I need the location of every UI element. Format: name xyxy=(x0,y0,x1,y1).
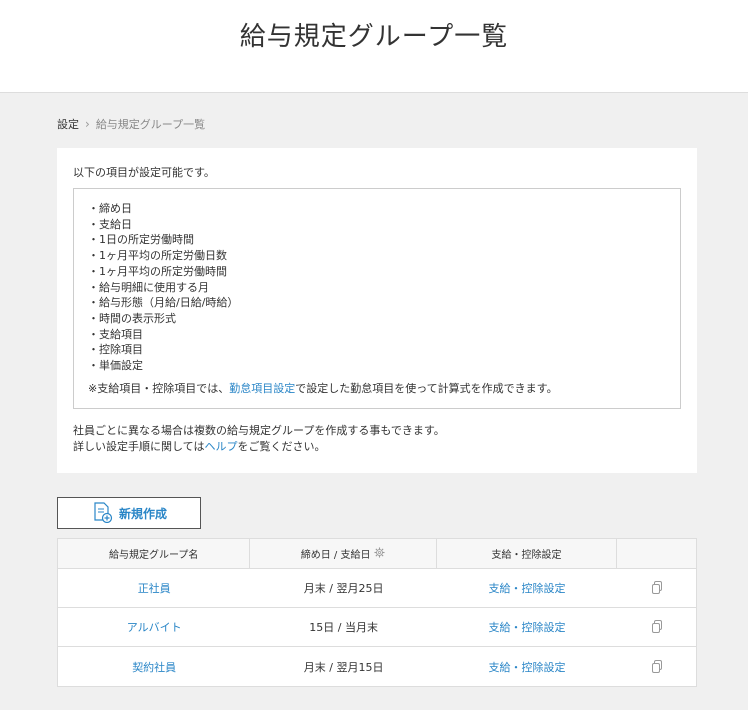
payroll-group-table: 給与規定グループ名 締め日 / 支給日 支給・控除設定 正社員 月末 / 翌月2… xyxy=(57,538,697,687)
list-item: ・給与明細に使用する月 xyxy=(88,280,209,294)
note-suffix: で設定した勤怠項目を使って計算式を作成できます。 xyxy=(295,381,558,395)
group-dates: 月末 / 翌月25日 xyxy=(303,582,384,595)
table-row: アルバイト 15日 / 当月末 支給・控除設定 xyxy=(58,608,696,647)
info-intro: 以下の項目が設定可能です。 xyxy=(73,166,215,179)
copy-icon[interactable] xyxy=(617,608,696,646)
list-item: ・1ヶ月平均の所定労働時間 xyxy=(88,264,227,278)
chevron-right-icon: › xyxy=(85,117,90,131)
group-dates: 15日 / 当月末 xyxy=(309,621,378,634)
breadcrumb-root[interactable]: 設定 xyxy=(57,116,79,132)
list-item: ・締め日 xyxy=(88,202,132,215)
header-settings: 支給・控除設定 xyxy=(437,539,618,568)
settable-items-box: ・締め日 ・支給日 ・1日の所定労働時間 ・1ヶ月平均の所定労働日数 ・1ヶ月平… xyxy=(73,188,681,409)
settable-items-list: ・締め日 ・支給日 ・1日の所定労働時間 ・1ヶ月平均の所定労働日数 ・1ヶ月平… xyxy=(88,201,666,374)
copy-icon[interactable] xyxy=(617,647,696,686)
header-dates: 締め日 / 支給日 xyxy=(250,539,437,568)
note-text: ※支給項目・控除項目では、勤怠項目設定で設定した勤怠項目を使って計算式を作成でき… xyxy=(88,380,666,396)
group-dates: 月末 / 翌月15日 xyxy=(303,660,384,674)
gear-icon[interactable] xyxy=(374,546,386,561)
attendance-settings-link[interactable]: 勤怠項目設定 xyxy=(229,382,295,395)
header-group-name: 給与規定グループ名 xyxy=(58,539,251,568)
payment-deduction-settings-link[interactable]: 支給・控除設定 xyxy=(437,647,617,686)
document-add-icon xyxy=(91,501,113,526)
copy-icon[interactable] xyxy=(617,569,696,607)
group-name-link[interactable]: 正社員 xyxy=(58,569,250,607)
payment-deduction-settings-link[interactable]: 支給・控除設定 xyxy=(437,569,617,607)
list-item: ・支給項目 xyxy=(88,327,143,341)
table-header: 給与規定グループ名 締め日 / 支給日 支給・控除設定 xyxy=(58,539,696,569)
help-link[interactable]: ヘルプ xyxy=(204,440,237,453)
list-item: ・控除項目 xyxy=(88,343,143,357)
header-dates-label: 締め日 / 支給日 xyxy=(300,550,371,561)
new-create-button[interactable]: 新規作成 xyxy=(57,497,201,529)
new-create-label: 新規作成 xyxy=(118,506,167,521)
group-name-link[interactable]: 契約社員 xyxy=(58,647,250,686)
help-suffix: をご覧ください。 xyxy=(237,439,326,453)
page-header: 給与規定グループ一覧 xyxy=(0,0,748,93)
list-item: ・1ヶ月平均の所定労働日数 xyxy=(88,249,227,263)
list-item: ・支給日 xyxy=(88,217,132,231)
list-item: ・給与形態（月給/日給/時給） xyxy=(88,296,239,310)
list-item: ・1日の所定労働時間 xyxy=(88,233,194,247)
table-row: 正社員 月末 / 翌月25日 支給・控除設定 xyxy=(58,569,696,608)
multi-group-text: 社員ごとに異なる場合は複数の給与規定グループを作成する事もできます。 xyxy=(73,423,445,437)
breadcrumb: 設定 › 給与規定グループ一覧 xyxy=(57,116,205,132)
group-name-link[interactable]: アルバイト xyxy=(58,608,250,646)
help-prefix: 詳しい設定手順に関しては xyxy=(73,439,205,453)
breadcrumb-current: 給与規定グループ一覧 xyxy=(95,118,206,131)
page-title: 給与規定グループ一覧 xyxy=(239,22,509,52)
header-actions xyxy=(617,539,696,568)
payment-deduction-settings-link[interactable]: 支給・控除設定 xyxy=(437,608,617,646)
table-row: 契約社員 月末 / 翌月15日 支給・控除設定 xyxy=(58,647,696,686)
list-item: ・時間の表示形式 xyxy=(88,311,176,325)
info-card: 以下の項目が設定可能です。 ・締め日 ・支給日 ・1日の所定労働時間 ・1ヶ月平… xyxy=(57,148,697,473)
help-text: 詳しい設定手順に関してはヘルプをご覧ください。 xyxy=(73,439,681,455)
note-prefix: ※支給項目・控除項目では、 xyxy=(88,381,230,395)
list-item: ・単価設定 xyxy=(88,359,143,373)
